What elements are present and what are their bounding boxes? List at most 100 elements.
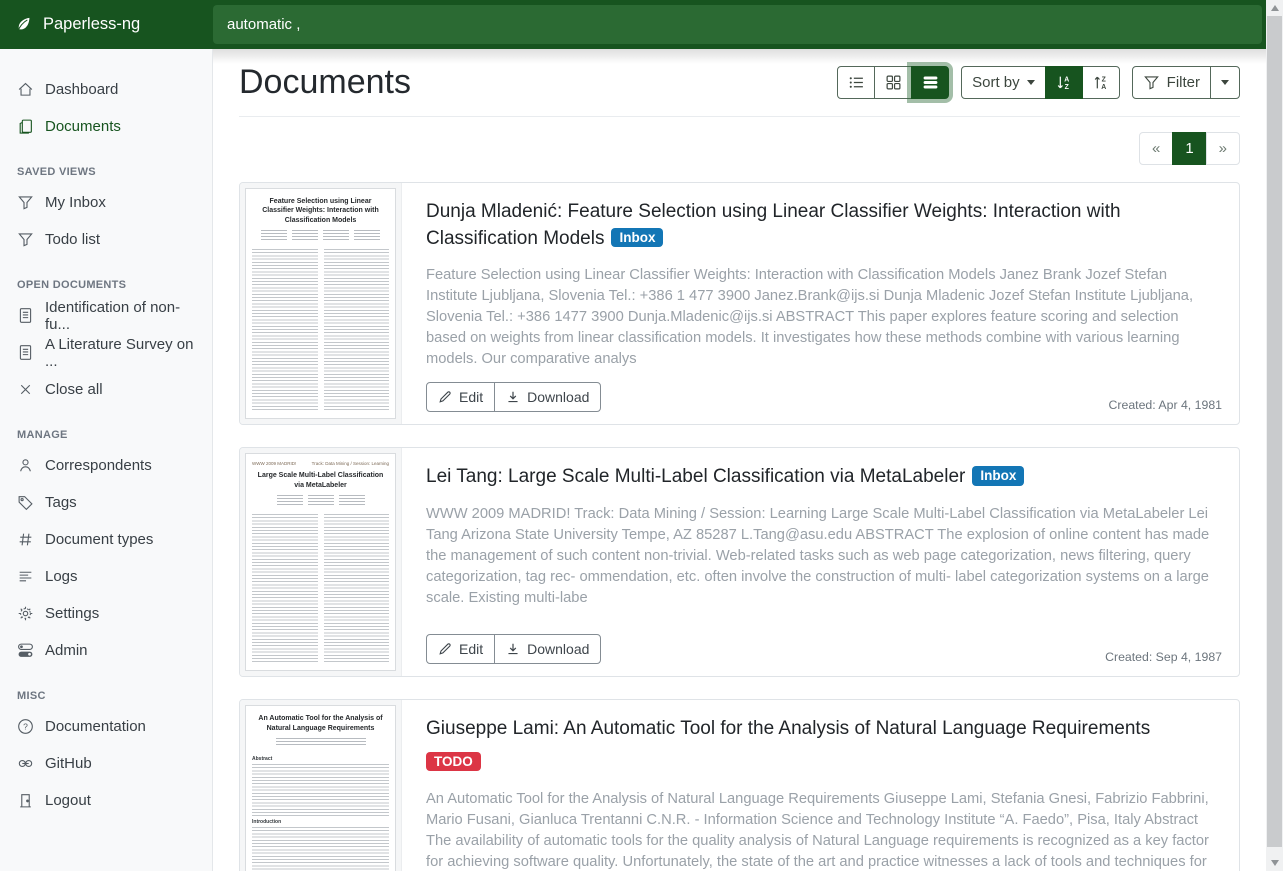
filter-dropdown-button[interactable] [1210, 66, 1240, 99]
grid-view-button[interactable] [874, 66, 912, 99]
sidebar-item-github[interactable]: GitHub [0, 745, 212, 782]
thumbnail-body [252, 249, 389, 411]
document-thumbnail[interactable]: An Automatic Tool for the Analysis of Na… [240, 700, 402, 871]
document-excerpt: WWW 2009 MADRID! Track: Data Mining / Se… [426, 504, 1222, 609]
document-thumbnail[interactable]: WWW 2009 MADRID! Track: Data Mining / Se… [240, 448, 402, 676]
search-input[interactable] [213, 5, 1262, 44]
page-header: Documents [239, 63, 1240, 102]
section-misc: Misc [17, 690, 195, 702]
document-title-link[interactable]: Lei Tang: Large Scale Multi-Label Classi… [426, 464, 1222, 491]
sort-by-button[interactable]: Sort by [961, 66, 1046, 99]
thumbnail-page: Feature Selection using Linear Classifie… [245, 188, 396, 419]
document-title: Lei Tang: Large Scale Multi-Label Classi… [426, 466, 965, 487]
sidebar-item-todo-list[interactable]: Todo list [0, 221, 212, 258]
detail-view-button[interactable] [911, 66, 949, 99]
list-view-icon [848, 74, 865, 91]
sort-group: Sort by A Z [961, 66, 1120, 99]
thumbnail-header-right: Track: Data Mining / Session: Learning [312, 461, 389, 466]
sidebar-item-admin[interactable]: Admin [0, 632, 212, 669]
scrollbar-down-arrow[interactable] [1266, 855, 1283, 871]
thumbnail-title: An Automatic Tool for the Analysis of Na… [254, 714, 387, 733]
sidebar-item-label: Admin [45, 642, 88, 659]
sort-alpha-down-icon: A Z [1055, 74, 1072, 91]
sidebar-item-label: Documents [45, 118, 121, 135]
caret-down-icon [1027, 80, 1035, 85]
created-date: Created: Sep 4, 1987 [1105, 650, 1222, 664]
sidebar-item-documentation[interactable]: ? Documentation [0, 708, 212, 745]
sidebar-item-label: My Inbox [45, 194, 106, 211]
page-title: Documents [239, 63, 411, 102]
sort-descending-button[interactable]: A Z [1045, 66, 1083, 99]
document-title: Giuseppe Lami: An Automatic Tool for the… [426, 718, 1150, 739]
card-footer: Edit Download Created: Sep 4, 1987 [426, 622, 1222, 664]
pagination-next-button[interactable]: » [1206, 132, 1240, 165]
pencil-icon [438, 642, 452, 656]
document-thumbnail[interactable]: Feature Selection using Linear Classifie… [240, 183, 402, 424]
documents-icon [17, 118, 34, 135]
sort-alpha-up-icon: Z A [1092, 74, 1109, 91]
sidebar-item-correspondents[interactable]: Correspondents [0, 447, 212, 484]
detail-view-icon [922, 74, 939, 91]
document-title-link[interactable]: Giuseppe Lami: An Automatic Tool for the… [426, 716, 1222, 776]
pagination-page-1-button[interactable]: 1 [1172, 132, 1206, 165]
download-button[interactable]: Download [494, 382, 601, 412]
sidebar-item-logout[interactable]: Logout [0, 782, 212, 819]
list-view-button[interactable] [837, 66, 875, 99]
download-button[interactable]: Download [494, 634, 601, 664]
svg-text:?: ? [23, 722, 28, 732]
thumbnail-page: An Automatic Tool for the Analysis of Na… [245, 705, 396, 871]
thumbnail-title: Feature Selection using Linear Classifie… [254, 197, 387, 225]
download-icon [506, 390, 520, 404]
funnel-icon [17, 231, 34, 248]
sidebar-item-open-doc-2[interactable]: A Literature Survey on ... [0, 334, 212, 371]
sidebar-item-label: Document types [45, 531, 153, 548]
sidebar-item-documents[interactable]: Documents [0, 108, 212, 145]
edit-button[interactable]: Edit [426, 382, 495, 412]
brand[interactable]: Paperless-ng [0, 0, 213, 49]
pagination-prev-button[interactable]: « [1139, 132, 1173, 165]
thumbnail-section-abstract: Abstract [252, 756, 389, 762]
page-scrollbar[interactable] [1266, 0, 1283, 871]
scrollbar-up-arrow[interactable] [1266, 0, 1283, 16]
card-footer: Edit Download Created: Apr 4, 1981 [426, 370, 1222, 412]
thumbnail-page: WWW 2009 MADRID! Track: Data Mining / Se… [245, 453, 396, 671]
sidebar-item-my-inbox[interactable]: My Inbox [0, 184, 212, 221]
sidebar-item-open-doc-1[interactable]: Identification of non-fu... [0, 297, 212, 334]
sidebar-item-label: Tags [45, 494, 77, 511]
grid-view-icon [885, 74, 902, 91]
edit-button[interactable]: Edit [426, 634, 495, 664]
sidebar-item-dashboard[interactable]: Dashboard [0, 71, 212, 108]
pagination: « 1 » [239, 132, 1240, 165]
leaf-logo-icon [15, 16, 32, 33]
document-card: An Automatic Tool for the Analysis of Na… [239, 699, 1240, 871]
sidebar-item-label: Correspondents [45, 457, 152, 474]
filter-group: Filter [1132, 66, 1240, 99]
scrollbar-thumb[interactable] [1267, 16, 1282, 847]
sort-ascending-button[interactable]: Z A [1082, 66, 1120, 99]
document-title-link[interactable]: Dunja Mladenić: Feature Selection using … [426, 199, 1222, 252]
document-title: Dunja Mladenić: Feature Selection using … [426, 201, 1121, 249]
sidebar-item-tags[interactable]: Tags [0, 484, 212, 521]
sidebar-item-document-types[interactable]: Document types [0, 521, 212, 558]
edit-label: Edit [459, 641, 483, 657]
sidebar-item-label: GitHub [45, 755, 92, 772]
sidebar-item-close-all[interactable]: Close all [0, 371, 212, 408]
file-text-icon [17, 307, 34, 324]
tag-badge-todo[interactable]: TODO [426, 752, 481, 772]
thumbnail-body [252, 764, 389, 816]
sidebar-item-logs[interactable]: Logs [0, 558, 212, 595]
toolbar: Sort by A Z [837, 66, 1240, 99]
tag-badge-inbox[interactable]: Inbox [611, 228, 663, 248]
tag-badge-inbox[interactable]: Inbox [972, 466, 1024, 486]
svg-text:Z: Z [1102, 76, 1107, 83]
thumbnail-authors [254, 738, 387, 746]
filter-button[interactable]: Filter [1132, 66, 1211, 99]
thumbnail-section-introduction: Introduction [252, 819, 389, 825]
body-row: Dashboard Documents Saved views My Inbox [0, 49, 1283, 871]
sidebar-item-settings[interactable]: Settings [0, 595, 212, 632]
thumbnail-title: Large Scale Multi-Label Classification v… [254, 471, 387, 490]
question-circle-icon: ? [17, 718, 34, 735]
document-list: Feature Selection using Linear Classifie… [239, 182, 1240, 871]
thumbnail-authors [254, 230, 387, 242]
view-toggle-group [837, 66, 949, 99]
